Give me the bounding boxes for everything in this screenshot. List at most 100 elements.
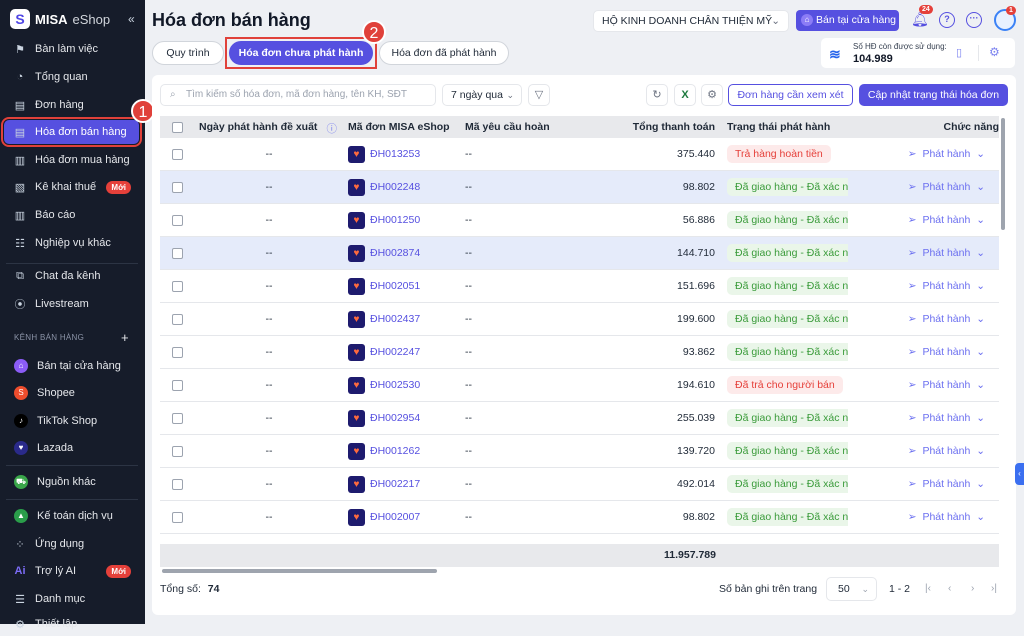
update-status-button[interactable]: Cập nhật trạng thái hóa đơn — [859, 84, 1008, 106]
table-row[interactable]: -- ♥ ĐH002007 -- 98.802 Đã giao hàng - Đã… — [160, 501, 999, 534]
chevron-down-icon[interactable]: ⌄ — [976, 412, 985, 424]
issue-action[interactable]: ➢ Phát hành ⌄ — [848, 214, 999, 226]
chevron-down-icon[interactable]: ⌄ — [976, 511, 985, 523]
search-input[interactable]: ⌕ Tìm kiếm số hóa đơn, mã đơn hàng, tên K… — [160, 84, 436, 106]
order-link[interactable]: ĐH002530 — [370, 379, 420, 391]
vertical-scrollbar[interactable] — [1001, 118, 1005, 230]
issue-action[interactable]: ➢ Phát hành ⌄ — [848, 511, 999, 523]
row-checkbox[interactable] — [172, 346, 183, 358]
expand-panel-handle[interactable]: ‹ — [1015, 463, 1024, 485]
sidebar-item[interactable]: ▥ Hóa đơn mua hàng — [4, 148, 139, 172]
issue-action[interactable]: ➢ Phát hành ⌄ — [848, 247, 999, 259]
store-sale-button[interactable]: ⌂ Bán tại cửa hàng — [796, 10, 899, 31]
add-channel-button[interactable]: + — [121, 330, 129, 345]
issue-action[interactable]: ➢ Phát hành ⌄ — [848, 478, 999, 490]
row-checkbox[interactable] — [172, 181, 183, 193]
row-checkbox[interactable] — [172, 148, 183, 160]
sidebar-item[interactable]: ☰ Danh mục — [4, 587, 139, 611]
order-link[interactable]: ĐH002437 — [370, 313, 420, 325]
excel-icon[interactable]: X — [674, 84, 696, 106]
order-link[interactable]: ĐH013253 — [370, 148, 420, 160]
issue-action[interactable]: ➢ Phát hành ⌄ — [848, 412, 999, 424]
chevron-down-icon[interactable]: ⌄ — [976, 148, 985, 160]
more-icon[interactable]: ··· — [966, 12, 982, 28]
issue-action[interactable]: ➢ Phát hành ⌄ — [848, 379, 999, 391]
channel-item[interactable]: S Shopee — [4, 381, 139, 405]
issue-action[interactable]: ➢ Phát hành ⌄ — [848, 280, 999, 292]
sidebar-item[interactable]: ▤ Đơn hàng — [4, 93, 139, 117]
info-icon[interactable]: ⓘ — [327, 121, 338, 136]
sidebar-item[interactable]: ▤ Hóa đơn bán hàng — [1, 117, 142, 147]
info-doc-icon[interactable]: ▯ — [956, 46, 962, 59]
chevron-down-icon[interactable]: ⌄ — [976, 313, 985, 325]
sidebar-item[interactable]: ▧ Kê khai thuế Mới — [4, 175, 139, 199]
chevron-down-icon[interactable]: ⌄ — [976, 247, 985, 259]
collapse-sidebar-icon[interactable]: « — [128, 12, 135, 26]
logo[interactable]: S MISA eShop — [10, 9, 110, 29]
table-row[interactable]: -- ♥ ĐH002954 -- 255.039 Đã giao hàng - Đ… — [160, 402, 999, 435]
table-row[interactable]: -- ♥ ĐH002217 -- 492.014 Đã giao hàng - Đ… — [160, 468, 999, 501]
first-page-icon[interactable]: |‹ — [925, 583, 931, 594]
help-icon[interactable]: ? — [939, 12, 955, 28]
row-checkbox[interactable] — [172, 214, 183, 226]
table-row[interactable]: -- ♥ ĐH013253 -- 375.440 Trả hàng hoàn ti… — [160, 138, 999, 171]
shop-selector[interactable]: HỘ KINH DOANH CHÂN THIỆN MỸ ⌄ — [593, 10, 789, 32]
chevron-down-icon[interactable]: ⌄ — [976, 478, 985, 490]
period-select[interactable]: 7 ngày qua ⌄ — [442, 84, 522, 106]
row-checkbox[interactable] — [172, 412, 183, 424]
filter-icon[interactable]: ▽ — [528, 84, 550, 106]
sidebar-item[interactable]: ⛟ Nguồn khác — [4, 470, 139, 494]
row-checkbox[interactable] — [172, 478, 183, 490]
row-checkbox[interactable] — [172, 247, 183, 259]
table-row[interactable]: -- ♥ ĐH002051 -- 151.696 Đã giao hàng - Đ… — [160, 270, 999, 303]
chevron-down-icon[interactable]: ⌄ — [976, 181, 985, 193]
sidebar-item[interactable]: ⁘ Ứng dụng — [4, 532, 139, 556]
issue-action[interactable]: ➢ Phát hành ⌄ — [848, 181, 999, 193]
sidebar-item[interactable]: ▥ Báo cáo — [4, 203, 139, 227]
sidebar-item[interactable]: ⦿ Livestream — [4, 292, 139, 316]
row-checkbox[interactable] — [172, 445, 183, 457]
row-checkbox[interactable] — [172, 511, 183, 523]
prev-page-icon[interactable]: ‹ — [948, 583, 951, 594]
next-page-icon[interactable]: › — [971, 583, 974, 594]
channel-item[interactable]: ♪ TikTok Shop — [4, 409, 139, 433]
issue-action[interactable]: ➢ Phát hành ⌄ — [848, 346, 999, 358]
sidebar-item[interactable]: ⚙ Thiết lập — [4, 612, 139, 636]
row-checkbox[interactable] — [172, 379, 183, 391]
tab-issued[interactable]: Hóa đơn đã phát hành — [379, 41, 509, 65]
select-all-checkbox[interactable] — [172, 121, 183, 133]
order-link[interactable]: ĐH002051 — [370, 280, 420, 292]
chevron-down-icon[interactable]: ⌄ — [976, 346, 985, 358]
tab-process[interactable]: Quy trình — [152, 41, 224, 65]
order-link[interactable]: ĐH002217 — [370, 478, 420, 490]
table-row[interactable]: -- ♥ ĐH002248 -- 98.802 Đã giao hàng - Đã… — [160, 171, 999, 204]
sidebar-item[interactable]: ☷ Nghiệp vụ khác — [4, 231, 139, 255]
chevron-down-icon[interactable]: ⌄ — [976, 379, 985, 391]
order-link[interactable]: ĐH001250 — [370, 214, 420, 226]
last-page-icon[interactable]: ›| — [991, 583, 997, 594]
settings-icon[interactable]: ⚙ — [701, 84, 723, 106]
table-row[interactable]: -- ♥ ĐH001250 -- 56.886 Đã giao hàng - Đã… — [160, 204, 999, 237]
page-size-select[interactable]: 50 ⌄ — [826, 577, 877, 601]
row-checkbox[interactable] — [172, 280, 183, 292]
table-row[interactable]: -- ♥ ĐH001262 -- 139.720 Đã giao hàng - Đ… — [160, 435, 999, 468]
issue-action[interactable]: ➢ Phát hành ⌄ — [848, 445, 999, 457]
table-row[interactable]: -- ♥ ĐH002530 -- 194.610 Đã trả cho người… — [160, 369, 999, 402]
issue-action[interactable]: ➢ Phát hành ⌄ — [848, 148, 999, 160]
order-link[interactable]: ĐH002007 — [370, 511, 420, 523]
order-link[interactable]: ĐH002874 — [370, 247, 420, 259]
chevron-down-icon[interactable]: ⌄ — [976, 214, 985, 226]
review-orders-button[interactable]: Đơn hàng cần xem xét — [728, 84, 853, 106]
channel-item[interactable]: ♥ Lazada — [4, 436, 139, 460]
table-row[interactable]: -- ♥ ĐH002437 -- 199.600 Đã giao hàng - Đ… — [160, 303, 999, 336]
sidebar-item[interactable]: ⧉ Chat đa kênh — [4, 264, 139, 288]
refresh-icon[interactable]: ↻ — [646, 84, 668, 106]
order-link[interactable]: ĐH002247 — [370, 346, 420, 358]
sidebar-item[interactable]: ⚑ Bàn làm việc — [4, 37, 139, 61]
row-checkbox[interactable] — [172, 313, 183, 325]
settings-icon[interactable]: ⚙ — [989, 45, 1000, 59]
sidebar-item[interactable]: Ai Trợ lý AI Mới — [4, 559, 139, 583]
order-link[interactable]: ĐH002248 — [370, 181, 420, 193]
chevron-down-icon[interactable]: ⌄ — [976, 445, 985, 457]
sidebar-item[interactable]: ◔ Tổng quan — [4, 65, 139, 89]
